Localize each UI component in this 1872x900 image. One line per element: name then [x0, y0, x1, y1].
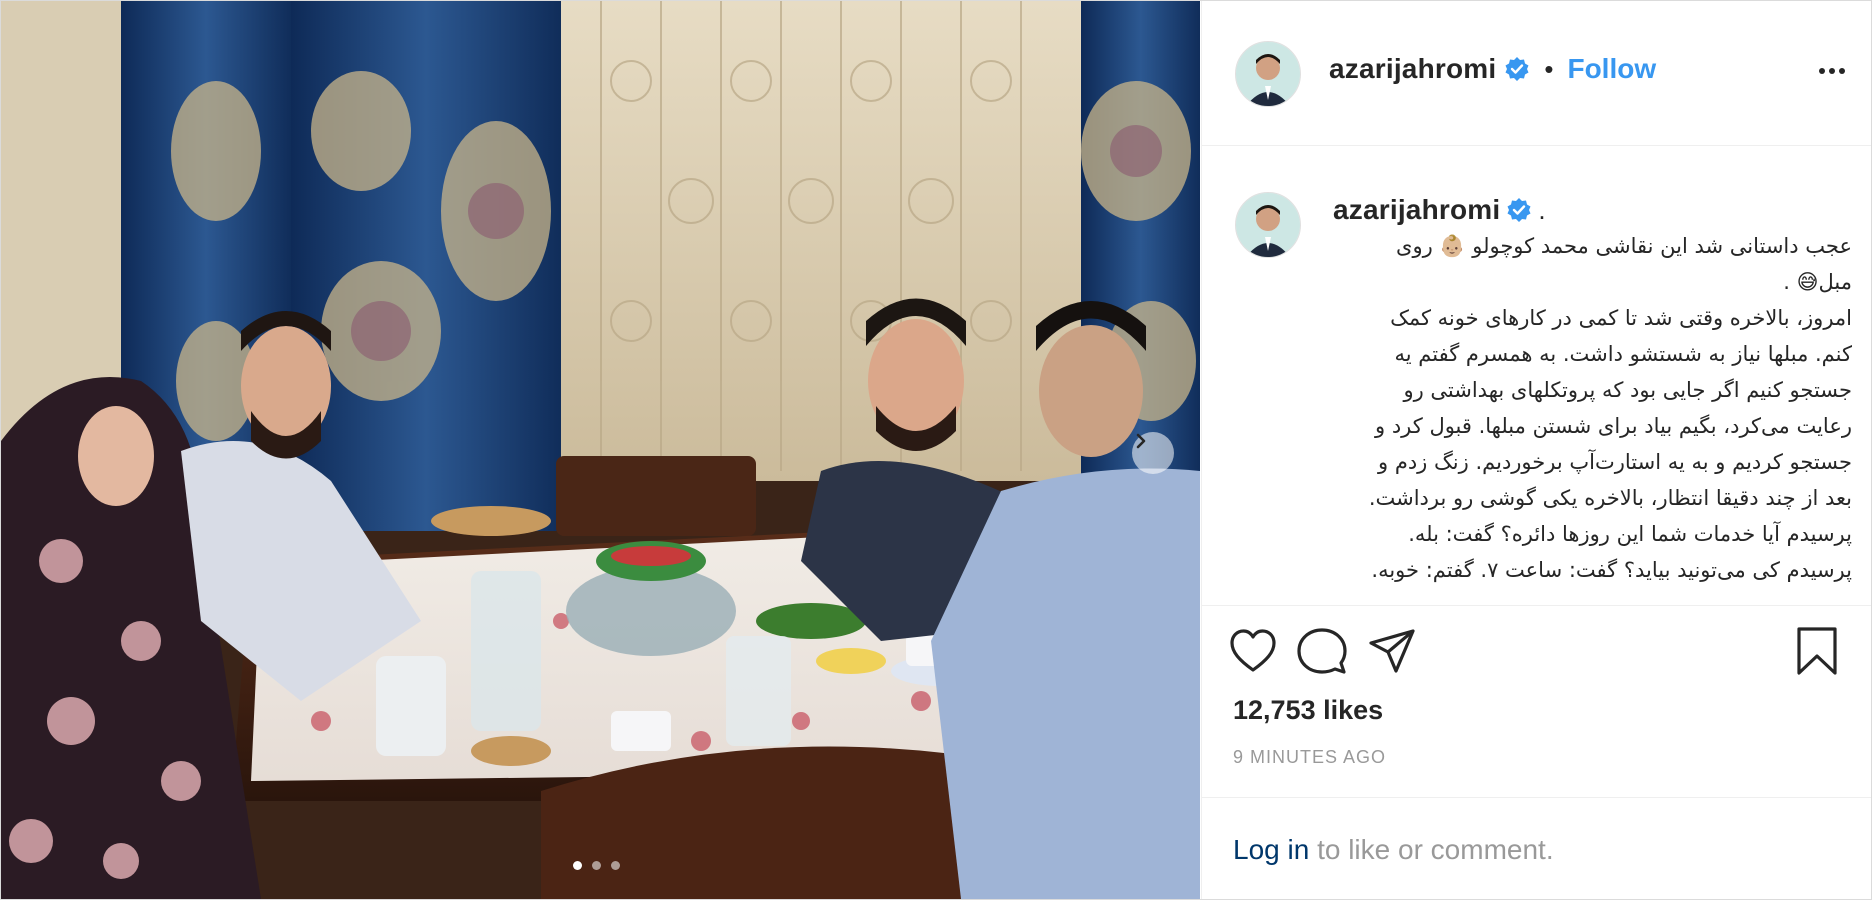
- caption-line: مبل😅 .: [1783, 270, 1852, 294]
- caption-avatar[interactable]: [1235, 192, 1301, 258]
- more-options-icon: [1829, 68, 1835, 74]
- carousel-dot: [573, 861, 582, 870]
- header-user-row: azarijahromi • Follow: [1329, 53, 1656, 85]
- caption-user-row: azarijahromi .: [1333, 194, 1546, 226]
- verified-badge-icon: [1507, 198, 1531, 222]
- chevron-right-icon: [1136, 433, 1146, 449]
- share-button[interactable]: [1368, 628, 1416, 679]
- caption-line: پرسیدم کی می‌تونید بیاید؟ گفت: ساعت ۷. گ…: [1371, 558, 1852, 582]
- verified-badge-icon: [1505, 57, 1529, 81]
- caption-dot: .: [1538, 194, 1546, 225]
- post-timestamp[interactable]: 9 MINUTES AGO: [1233, 747, 1386, 768]
- login-link[interactable]: Log in: [1233, 834, 1309, 865]
- share-icon: [1369, 629, 1415, 673]
- caption-line: جستجو کنیم اگر جایی بود که پروتکلهای بهد…: [1403, 378, 1852, 402]
- comment-button[interactable]: [1297, 627, 1347, 680]
- post-photo[interactable]: [1, 1, 1200, 899]
- likes-count[interactable]: 12,753 likes: [1233, 695, 1383, 726]
- comment-icon: [1297, 628, 1347, 674]
- more-options-icon: [1819, 68, 1825, 74]
- more-options-icon: [1839, 68, 1845, 74]
- carousel-dot: [592, 861, 601, 870]
- post-sidebar: azarijahromi • Follow azarijahromi . عجب…: [1201, 1, 1871, 899]
- more-options-button[interactable]: [1819, 61, 1859, 81]
- carousel-indicator: [573, 861, 620, 870]
- follow-button[interactable]: Follow: [1567, 53, 1656, 85]
- next-slide-button[interactable]: [1132, 432, 1174, 474]
- login-suffix: to like or comment.: [1309, 834, 1554, 865]
- bookmark-icon: [1797, 627, 1837, 675]
- caption-line: بعد از چند دقیقا انتظار، بالاخره یکی گوش…: [1368, 486, 1852, 510]
- avatar-image: [1236, 193, 1300, 257]
- caption-username[interactable]: azarijahromi: [1333, 194, 1500, 226]
- post-modal: azarijahromi • Follow azarijahromi . عجب…: [0, 0, 1872, 900]
- avatar[interactable]: [1235, 41, 1301, 107]
- save-button[interactable]: [1795, 626, 1839, 681]
- username-link[interactable]: azarijahromi: [1329, 53, 1496, 85]
- heart-icon: [1230, 629, 1276, 672]
- carousel-dot: [611, 861, 620, 870]
- caption-line: کنم. مبلها نیاز به شستشو داشت. به همسرم …: [1394, 342, 1852, 366]
- caption-text: عجب داستانی شد این نقاشی محمد کوچولو 👶🏼 …: [1332, 228, 1852, 588]
- like-button[interactable]: [1229, 628, 1277, 679]
- post-header: azarijahromi • Follow: [1202, 1, 1871, 146]
- header-separator: •: [1544, 53, 1554, 84]
- action-bar: [1202, 605, 1871, 698]
- caption-line: جستجو کردیم و به یه استارت‌آپ برخوردیم. …: [1378, 450, 1852, 474]
- avatar-image: [1236, 42, 1300, 106]
- caption-line: امروز، بالاخره وقتی شد تا کمی در کارهای …: [1390, 306, 1852, 330]
- login-text: Log in to like or comment.: [1233, 834, 1554, 866]
- caption-line: رعایت می‌کرد، بگیم بیاد برای شستن مبلها.…: [1375, 414, 1852, 438]
- caption-line: عجب داستانی شد این نقاشی محمد کوچولو 👶🏼 …: [1396, 234, 1852, 258]
- login-prompt: Log in to like or comment.: [1202, 797, 1871, 899]
- caption-area[interactable]: azarijahromi . عجب داستانی شد این نقاشی …: [1202, 146, 1871, 604]
- dinner-photo-illustration: [1, 1, 1200, 899]
- caption-line: پرسیدم آیا خدمات شما این روزها دائره؟ گف…: [1408, 522, 1852, 546]
